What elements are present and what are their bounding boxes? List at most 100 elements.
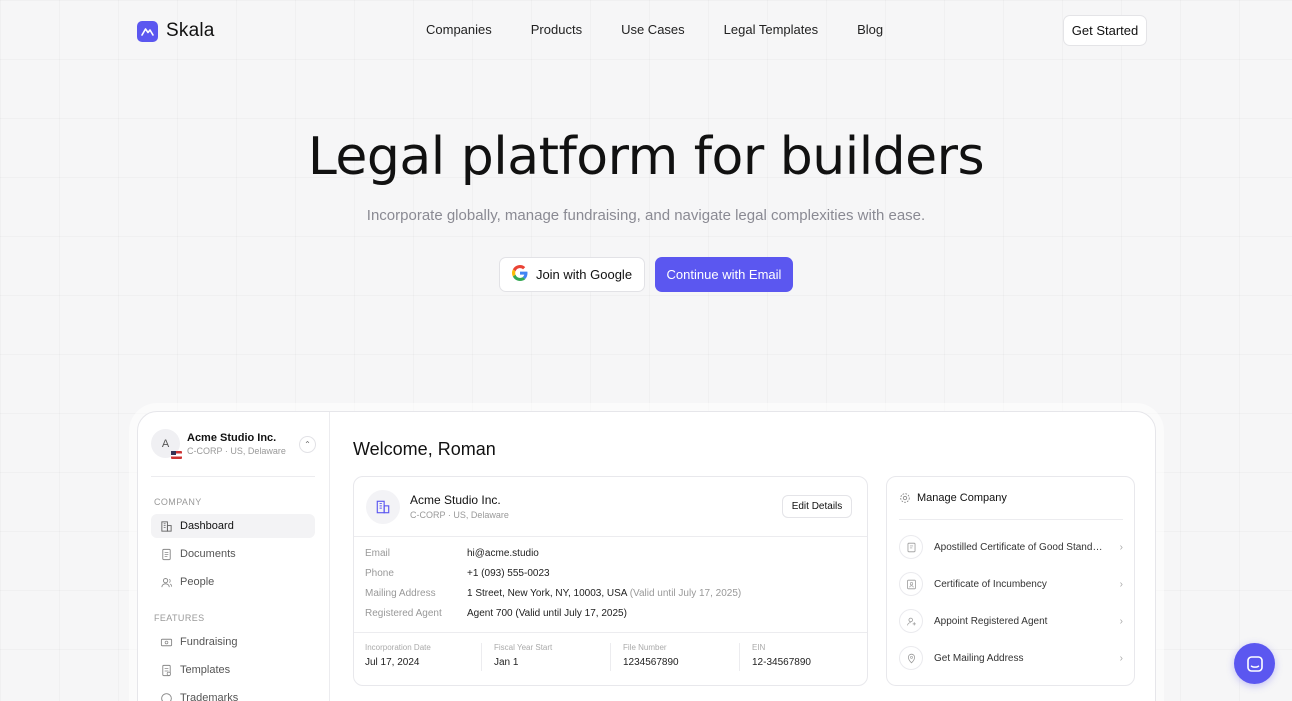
nav-link-legal-templates[interactable]: Legal Templates xyxy=(724,22,818,37)
info-key: Mailing Address xyxy=(365,588,436,599)
manage-item-label: Appoint Registered Agent xyxy=(934,615,1048,627)
google-icon xyxy=(511,265,528,284)
info-key: Phone xyxy=(365,568,394,579)
sidebar-item-label: Fundraising xyxy=(180,636,238,648)
sidebar-item-documents[interactable]: Documents xyxy=(151,542,315,566)
chevron-right-icon: › xyxy=(1119,541,1123,553)
welcome-heading: Welcome, Roman xyxy=(353,439,496,459)
org-name: Acme Studio Inc. xyxy=(187,431,277,444)
template-icon xyxy=(162,664,171,676)
banknote-icon xyxy=(160,638,173,646)
continue-with-email-button[interactable]: Continue with Email xyxy=(655,257,793,292)
nav-link-companies[interactable]: Companies xyxy=(426,22,492,37)
manage-item-label: Apostilled Certificate of Good Standing xyxy=(934,541,1104,553)
info-value: hi@acme.studio xyxy=(467,548,539,559)
sidebar-item-fundraising[interactable]: Fundraising xyxy=(151,630,315,654)
nav-link-products[interactable]: Products xyxy=(531,22,582,37)
manage-item-get-mailing-address[interactable]: Get Mailing Address › xyxy=(899,645,1123,671)
sidebar-divider xyxy=(151,476,315,477)
brand-name: Skala xyxy=(166,20,215,41)
sidebar-item-label: Templates xyxy=(180,664,231,676)
sidebar-item-people[interactable]: People xyxy=(151,570,315,594)
info-key: Email xyxy=(365,548,391,559)
company-details-card: Acme Studio Inc. C-CORP · US, Delaware E… xyxy=(353,476,868,686)
certificate-icon xyxy=(899,535,923,559)
join-with-google-button[interactable]: Join with Google xyxy=(499,257,645,292)
manage-item-certificate-of-incumbency[interactable]: Certificate of Incumbency › xyxy=(899,571,1123,597)
hero-subtitle: Incorporate globally, manage fundraising… xyxy=(366,207,926,224)
meta-value: 12-34567890 xyxy=(752,657,811,668)
app-preview: A Acme Studio Inc. C-CORP · US, Delaware… xyxy=(137,411,1156,701)
card-divider xyxy=(354,632,867,633)
edit-details-button[interactable]: Edit Details xyxy=(782,495,852,518)
sidebar-item-label: Trademarks xyxy=(180,692,239,701)
join-with-google-label: Join with Google xyxy=(535,267,633,282)
hero-title: Legal platform for builders xyxy=(307,127,985,187)
org-switcher[interactable]: A Acme Studio Inc. C-CORP · US, Delaware xyxy=(151,429,286,459)
building-icon xyxy=(161,520,172,532)
get-started-button[interactable]: Get Started xyxy=(1063,15,1147,46)
org-subtitle: C-CORP · US, Delaware xyxy=(187,445,286,456)
company-name: Acme Studio Inc. xyxy=(410,493,501,507)
meta-ein: EIN 12-34567890 xyxy=(752,643,811,668)
org-initial: A xyxy=(161,437,170,450)
meta-incorporation-date: Incorporation Date Jul 17, 2024 xyxy=(365,643,431,668)
chat-launcher-button[interactable] xyxy=(1234,643,1275,684)
gear-icon xyxy=(900,493,910,503)
trademark-icon xyxy=(161,692,172,701)
top-nav: Skala Companies Products Use Cases Legal… xyxy=(0,0,1292,60)
nav-links: Companies Products Use Cases Legal Templ… xyxy=(426,22,883,37)
manage-company-title: Manage Company xyxy=(917,492,1007,504)
brand-logo[interactable]: Skala xyxy=(137,20,215,42)
info-value: Agent 700 (Valid until July 17, 2025) xyxy=(467,608,627,619)
meta-key: EIN xyxy=(752,643,766,652)
chat-icon xyxy=(1246,655,1263,672)
manage-company-title-row: Manage Company xyxy=(899,492,1007,504)
meta-separator xyxy=(481,643,482,671)
meta-file-number: File Number 1234567890 xyxy=(623,643,679,668)
nav-link-blog[interactable]: Blog xyxy=(857,22,883,37)
map-pin-icon xyxy=(899,646,923,670)
user-plus-icon xyxy=(899,609,923,633)
info-value: +1 (093) 555-0023 xyxy=(467,568,550,579)
meta-value: 1234567890 xyxy=(623,657,679,668)
chevron-right-icon: › xyxy=(1119,578,1123,590)
meta-value: Jul 17, 2024 xyxy=(365,657,420,668)
info-value-wrap: 1 Street, New York, NY, 10003, USA (Vali… xyxy=(467,588,741,599)
meta-key: Fiscal Year Start xyxy=(494,643,553,652)
manage-company-card: Manage Company Apostilled Certificate of… xyxy=(886,476,1135,686)
app-main: Welcome, Roman Acme Studio Inc. C-CORP ·… xyxy=(331,412,1155,701)
meta-fiscal-year-start: Fiscal Year Start Jan 1 xyxy=(494,643,552,668)
section-label-features: FEATURES xyxy=(154,613,205,623)
info-value: 1 Street, New York, NY, 10003, USA xyxy=(467,588,627,599)
meta-key: Incorporation Date xyxy=(365,643,431,652)
sidebar-item-label: Dashboard xyxy=(180,520,234,532)
meta-separator xyxy=(610,643,611,671)
sidebar-item-label: People xyxy=(180,576,215,588)
chevron-right-icon: › xyxy=(1119,652,1123,664)
sidebar-item-trademarks[interactable]: Trademarks xyxy=(151,686,315,701)
us-flag-icon xyxy=(171,451,182,459)
org-avatar: A xyxy=(151,429,182,459)
manage-item-appoint-registered-agent[interactable]: Appoint Registered Agent › xyxy=(899,608,1123,634)
nav-link-use-cases[interactable]: Use Cases xyxy=(621,22,685,37)
sidebar-item-templates[interactable]: Templates xyxy=(151,658,315,682)
company-subtitle: C-CORP · US, Delaware xyxy=(410,510,509,520)
cta-row: Join with Google Continue with Email xyxy=(499,257,793,292)
sidebar-item-label: Documents xyxy=(180,548,236,560)
meta-key: File Number xyxy=(623,643,667,652)
chevron-up-down-icon[interactable]: ⌃ xyxy=(299,436,316,453)
app-sidebar: A Acme Studio Inc. C-CORP · US, Delaware… xyxy=(138,412,330,701)
manage-item-label: Get Mailing Address xyxy=(934,652,1024,664)
sidebar-item-dashboard[interactable]: Dashboard xyxy=(151,514,315,538)
id-card-icon xyxy=(899,572,923,596)
chevron-right-icon: › xyxy=(1119,615,1123,627)
info-key: Registered Agent xyxy=(365,608,442,619)
card-divider xyxy=(899,519,1123,520)
meta-value: Jan 1 xyxy=(494,657,519,668)
card-divider xyxy=(354,536,867,537)
document-icon xyxy=(162,548,171,560)
manage-item-apostilled-certificate[interactable]: Apostilled Certificate of Good Standing … xyxy=(899,534,1123,560)
meta-separator xyxy=(739,643,740,671)
section-label-company: COMPANY xyxy=(154,497,202,507)
